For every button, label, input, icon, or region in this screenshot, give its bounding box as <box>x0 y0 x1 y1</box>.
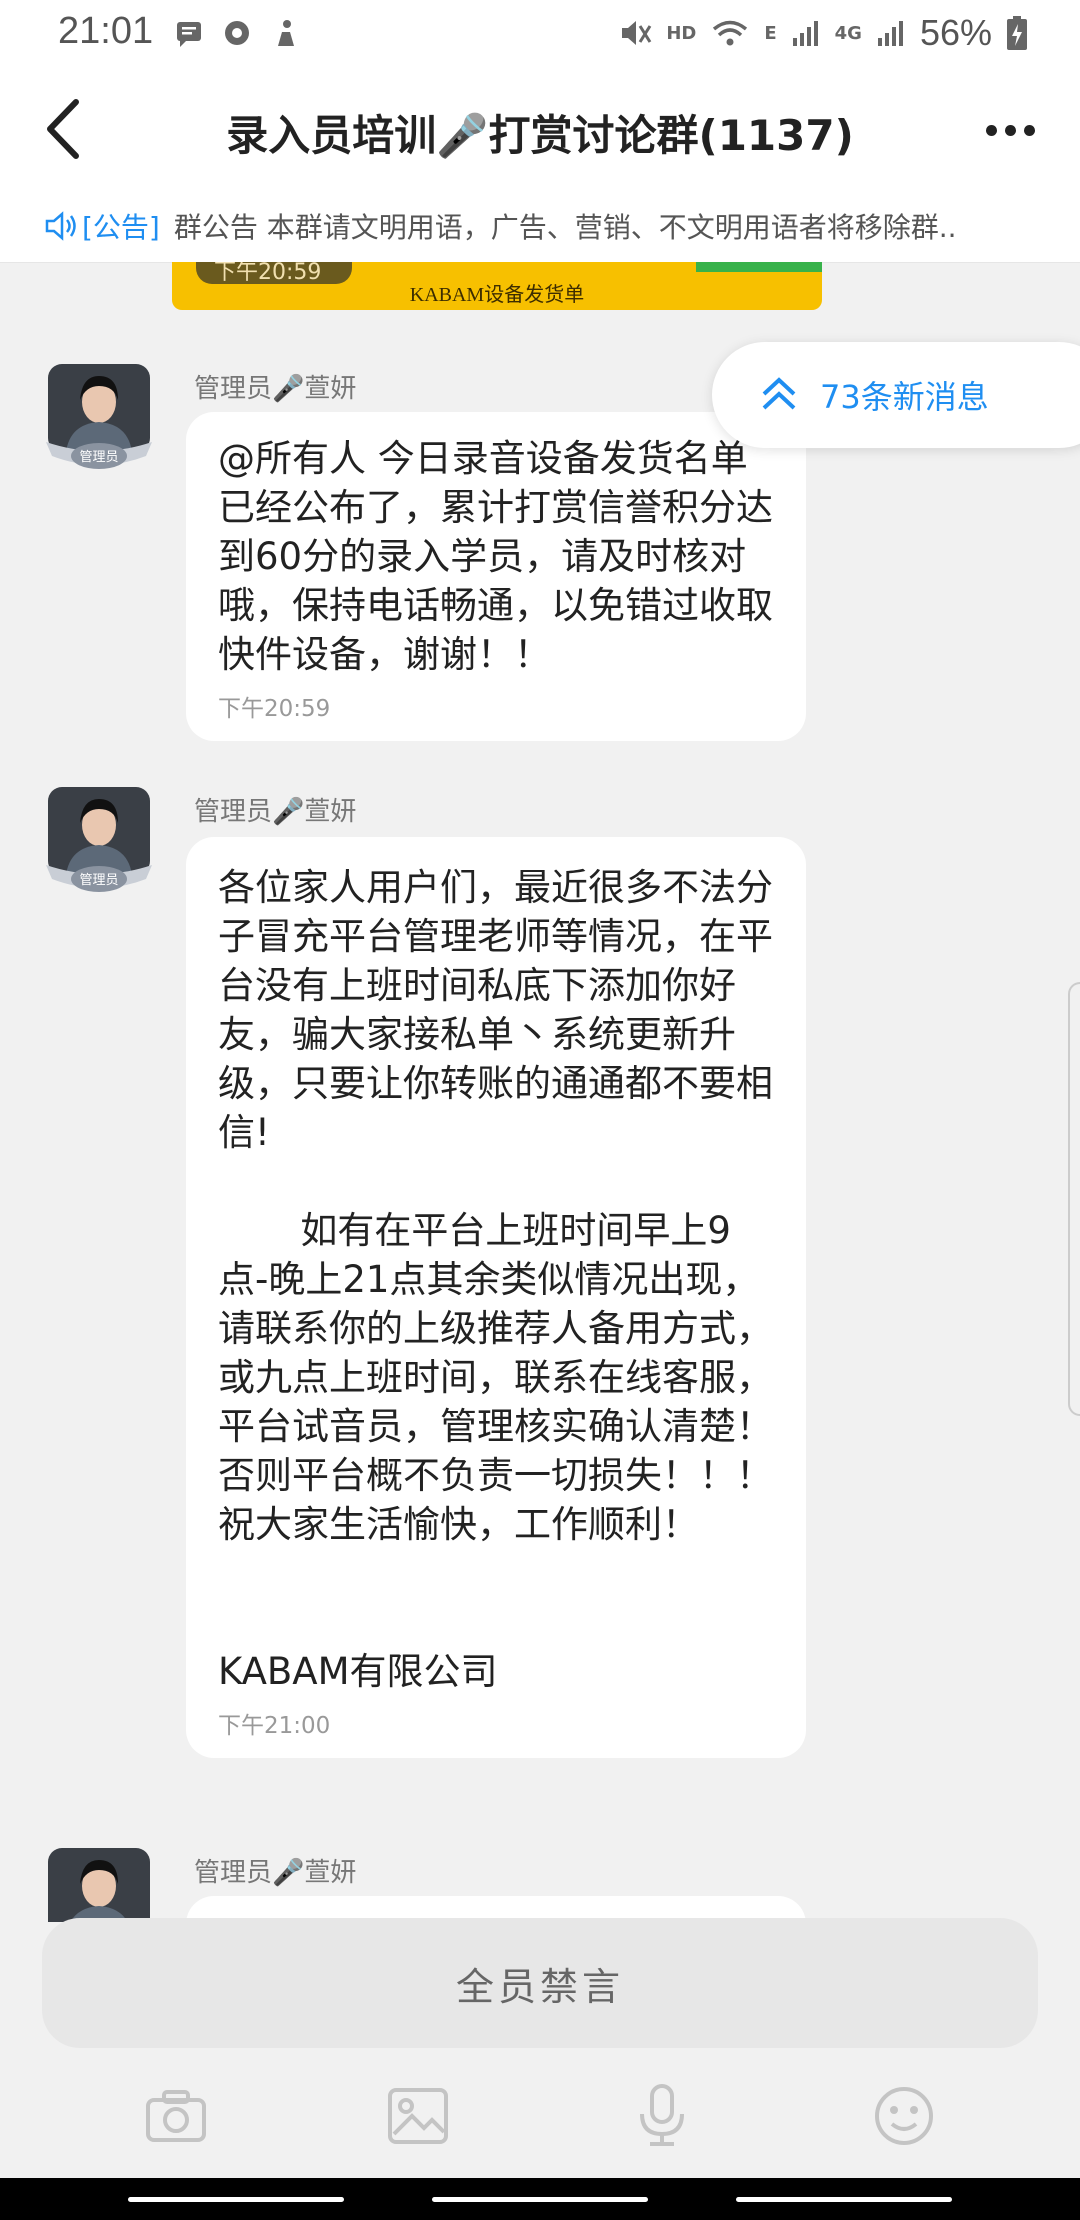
notice-tag: [公告] <box>82 211 160 244</box>
avatar-badge: 管理员 <box>79 873 118 888</box>
shipping-list-image[interactable]: 下午20:59 KABAM设备发货单 <box>172 262 822 310</box>
notice-text: 群公告 本群请文明用语，广告、营销、不文明用语者将移除群.. <box>173 211 957 244</box>
message-text: @所有人 今日录音设备发货名单已经公布了，累计打赏信誉积分达到60分的录入学员，… <box>218 437 773 676</box>
battery-level: 56% <box>919 12 992 53</box>
back-button[interactable] <box>36 94 106 164</box>
double-chevron-up-icon <box>762 377 796 410</box>
app-notification-icon <box>225 21 249 45</box>
message-notification-icon <box>177 22 201 47</box>
all-muted-banner: 全员禁言 <box>42 1918 1038 2048</box>
speaker-icon <box>45 211 76 241</box>
more-dot-icon <box>985 124 997 136</box>
chat-header: 录入员培训🎤打赏讨论群(1137) <box>0 70 1080 190</box>
notification-icons <box>174 18 300 48</box>
message-bubble[interactable]: 各位家人用户们，最近很多不法分子冒充平台管理老师等情况，在平台没有上班时间私底下… <box>186 837 806 1758</box>
status-bar: 21:01 HD E 4G 56% <box>0 0 1080 70</box>
message-time: 下午21:00 <box>218 1713 331 1739</box>
message-bubble[interactable]: @所有人 今日录音设备发货名单已经公布了，累计打赏信誉积分达到60分的录入学员，… <box>186 412 806 741</box>
image-icon[interactable] <box>384 2082 452 2150</box>
sender-name: 管理员🎤萱妍 <box>194 1858 357 1888</box>
emoji-icon[interactable] <box>870 2082 938 2150</box>
admin-avatar[interactable]: 管理员 <box>42 364 156 484</box>
system-navigation-bar <box>0 2178 1080 2220</box>
group-title: 录入员培训🎤打赏讨论群(1137) <box>226 111 854 160</box>
group-notice-bar[interactable]: [公告] 群公告 本群请文明用语，广告、营销、不文明用语者将移除群.. <box>0 190 1080 263</box>
new-messages-label: 73条新消息 <box>820 378 989 416</box>
image-caption: KABAM设备发货单 <box>409 284 585 306</box>
sender-name: 管理员🎤萱妍 <box>194 374 357 404</box>
more-dot-icon <box>1023 124 1035 136</box>
nav-recent-apps[interactable] <box>128 2197 344 2202</box>
message-time: 下午20:59 <box>218 696 331 722</box>
image-green-strip <box>696 262 822 272</box>
hd-label: HD <box>666 22 697 44</box>
wifi-icon <box>713 20 748 46</box>
status-time: 21:01 <box>58 10 154 52</box>
network-4g-label: 4G <box>834 22 862 44</box>
all-muted-label: 全员禁言 <box>455 1964 624 2009</box>
admin-avatar[interactable]: 管理员 <box>42 787 156 907</box>
new-messages-button[interactable]: 73条新消息 <box>712 342 1080 448</box>
avatar-badge: 管理员 <box>79 450 118 465</box>
accessibility-notification-icon <box>278 20 294 46</box>
message-text: 各位家人用户们，最近很多不法分子冒充平台管理老师等情况，在平台没有上班时间私底下… <box>218 866 773 1693</box>
camera-icon[interactable] <box>142 2082 210 2150</box>
side-drawer-handle[interactable] <box>1068 982 1080 1416</box>
nav-home[interactable] <box>432 2197 648 2202</box>
more-dot-icon <box>1004 124 1016 136</box>
mute-icon <box>622 21 652 45</box>
sender-name: 管理员🎤萱妍 <box>194 797 357 827</box>
microphone-icon[interactable] <box>628 2082 696 2150</box>
chat-message-list[interactable]: 下午20:59 KABAM设备发货单 管理员 管理员🎤萱妍 @所有人 今日录音设… <box>0 262 1080 1922</box>
battery-icon <box>1007 16 1027 50</box>
signal-icon-2 <box>877 21 903 46</box>
status-right: HD E 4G 56% <box>618 12 1028 54</box>
admin-avatar[interactable] <box>42 1848 156 1922</box>
input-toolbar <box>0 2048 1080 2178</box>
signal-icon-1 <box>792 21 818 46</box>
more-options-button[interactable] <box>970 100 1050 160</box>
nav-back[interactable] <box>736 2197 952 2202</box>
network-e-label: E <box>764 22 777 44</box>
